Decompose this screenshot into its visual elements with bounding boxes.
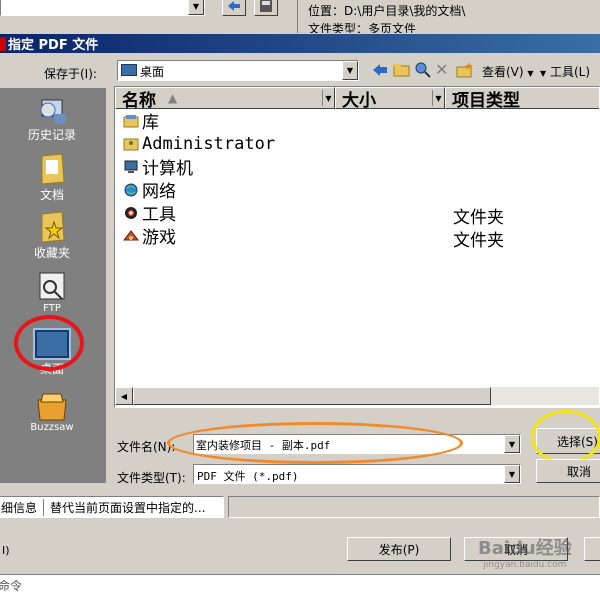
tools-menu[interactable]: ▼ 工具(L) (540, 63, 590, 80)
column-header-size[interactable]: 大小 ▼ (335, 87, 445, 111)
desktop-small-icon (121, 64, 137, 76)
sidebar-item-label: 历史记录 (27, 128, 76, 142)
ftp-icon (39, 272, 65, 300)
orange-highlight-ellipse (167, 422, 463, 464)
documents-icon (41, 153, 65, 185)
details-extra-field (228, 496, 600, 518)
horizontal-scrollbar[interactable]: ◀ (115, 387, 599, 405)
list-item[interactable]: Administrator (115, 132, 275, 155)
filetype-label: 文件类型：多页文件 (308, 22, 417, 33)
network-icon (124, 183, 138, 196)
sidebar-item-buzzsaw[interactable]: Buzzsaw (0, 390, 104, 446)
delete-icon[interactable]: ✕ (435, 62, 453, 78)
app-icon (0, 36, 6, 51)
chevron-down-icon: ▼ (188, 0, 204, 15)
dialog-titlebar[interactable]: 指定 PDF 文件 (0, 34, 600, 53)
file-list[interactable]: 名称 ▲ ▼ 大小 ▼ 项目类型 库 Administrator 计算机 网络 … (114, 86, 600, 408)
chevron-down-icon: ▼ (504, 435, 520, 453)
sidebar-item-documents[interactable]: 文档 (0, 152, 104, 206)
list-item[interactable]: 网络 (115, 178, 176, 202)
tools-label: 工具(L) (549, 65, 591, 79)
chevron-down-icon: ▼ (540, 69, 547, 78)
user-folder-icon (123, 138, 139, 150)
cancel-button[interactable]: 取消 (536, 459, 600, 483)
sidebar-item-label: Buzzsaw (30, 422, 74, 433)
details-label: 细信息 (0, 498, 45, 516)
watermark: Baidu经验 jingyan.baidu.com (478, 538, 572, 570)
scroll-left-icon[interactable]: ◀ (115, 387, 133, 405)
view-label: 查看(V) (482, 65, 524, 79)
scroll-thumb[interactable] (133, 387, 491, 405)
list-item[interactable]: 工具 (115, 201, 176, 225)
new-folder-icon[interactable] (456, 61, 474, 79)
buzzsaw-icon (37, 393, 67, 421)
save-in-label: 保存于(I): (44, 67, 97, 81)
computer-icon (124, 160, 138, 173)
history-icon (40, 99, 66, 124)
games-folder-icon (123, 229, 139, 240)
chevron-down-icon: ▼ (527, 69, 534, 78)
chevron-down-icon: ▼ (322, 90, 334, 106)
dialog-title: 指定 PDF 文件 (8, 38, 99, 53)
file-type-cell: 文件夹 (453, 231, 504, 251)
chevron-down-icon: ▼ (432, 90, 444, 106)
sidebar-item-label: 收藏夹 (33, 246, 70, 260)
yellow-highlight-circle (531, 410, 600, 464)
sidebar-item-history[interactable]: 历史记录 (0, 96, 104, 150)
column-header-name[interactable]: 名称 ▲ ▼ (115, 87, 335, 111)
places-sidebar: 历史记录 文档 收藏夹 FTP 桌面 Buzzsaw (0, 88, 106, 483)
red-highlight-circle (14, 315, 84, 371)
file-rows: 库 Administrator 计算机 网络 工具 文件夹 游戏 文件夹 (115, 109, 599, 379)
list-item[interactable]: 游戏 (115, 224, 176, 248)
dialog-body: 保存于(I): 桌面 ▼ ✕ 查看(V) ▼ ▼ 工具(L) 历史记录 文档 收… (0, 53, 600, 490)
search-web-icon[interactable] (414, 61, 432, 79)
favorites-icon (41, 211, 65, 243)
file-type-cell: 文件夹 (453, 208, 504, 228)
filetype-label: 文件类型(T): (117, 471, 186, 485)
details-field: 细信息 替代当前页面设置中指定的... (0, 496, 224, 518)
sort-up-icon: ▲ (168, 91, 178, 105)
details-value: 替代当前页面设置中指定的... (50, 500, 206, 515)
list-item[interactable]: 库 (115, 109, 159, 133)
up-folder-icon[interactable] (393, 62, 411, 78)
background-panel: 细信息 替代当前页面设置中指定的... I) 发布(P) 取消 Baidu经验 … (0, 490, 600, 600)
publish-button[interactable]: 发布(P) (347, 537, 451, 561)
location-label: 位置：D:\用户目录\我的文档\ (308, 4, 466, 18)
save-disk-icon[interactable] (254, 0, 278, 16)
help-button[interactable] (584, 537, 600, 561)
save-in-combo[interactable]: 桌面 ▼ (117, 60, 359, 81)
command-line[interactable]: 命令 (0, 574, 600, 600)
command-label: 命令 (0, 579, 23, 593)
background-combo[interactable]: ▼ (0, 0, 205, 16)
list-item[interactable]: 计算机 (115, 155, 193, 179)
back-arrow-icon[interactable] (222, 0, 246, 16)
library-icon (123, 114, 139, 127)
sidebar-item-label: FTP (43, 303, 61, 314)
view-menu[interactable]: 查看(V) ▼ (482, 63, 534, 80)
column-header-type[interactable]: 项目类型 (445, 87, 599, 111)
sidebar-item-label: 文档 (39, 188, 64, 202)
save-in-value: 桌面 (140, 65, 165, 79)
chevron-down-icon: ▼ (504, 465, 520, 483)
filetype-select[interactable]: PDF 文件 (*.pdf) ▼ (193, 464, 521, 484)
back-icon[interactable] (371, 62, 389, 78)
background-toolbar: ▼ 位置：D:\用户目录\我的文档\ 文件类型：多页文件 (0, 0, 600, 33)
sidebar-item-favorites[interactable]: 收藏夹 (0, 210, 104, 264)
filetype-value: PDF 文件 (*.pdf) (197, 470, 299, 483)
chevron-down-icon: ▼ (342, 61, 358, 80)
left-label: I) (2, 544, 10, 557)
tools-folder-icon (125, 206, 137, 219)
